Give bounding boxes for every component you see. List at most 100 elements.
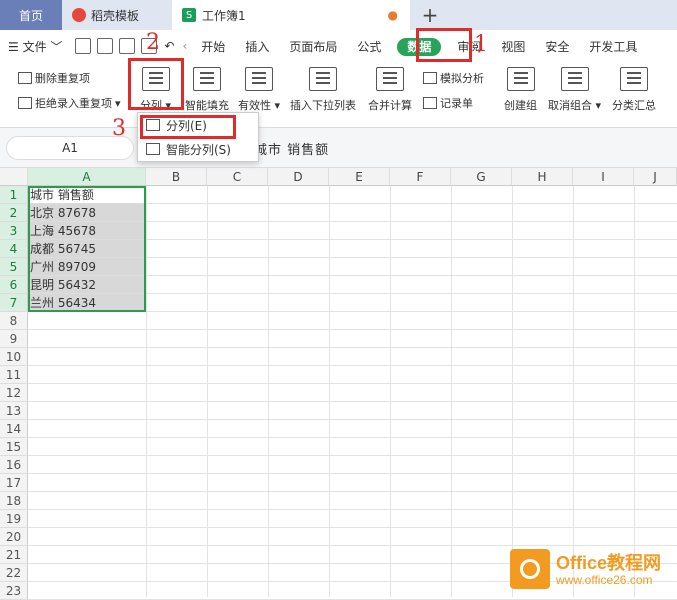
annotation-step-2: 2 xyxy=(146,30,160,55)
column-header-a[interactable]: A xyxy=(28,168,146,186)
reject-icon xyxy=(18,97,32,109)
new-tab-button[interactable]: + xyxy=(410,0,450,30)
subtotal-button[interactable]: 分类汇总 xyxy=(612,67,656,113)
row-header[interactable]: 16 xyxy=(0,456,28,474)
annotation-step-1: 1 xyxy=(474,32,488,57)
column-header-i[interactable]: I xyxy=(573,168,634,186)
menu-page-layout[interactable]: 页面布局 xyxy=(279,38,347,55)
formula-value[interactable]: 城市 销售额 xyxy=(254,139,329,158)
row-header[interactable]: 9 xyxy=(0,330,28,348)
row-header[interactable]: 14 xyxy=(0,420,28,438)
menu-bar: ☰ 文件 ﹀ ↶ ‹ 开始 插入 页面布局 公式 数据 审阅 视图 安全 开发工… xyxy=(0,30,677,62)
menu-insert[interactable]: 插入 xyxy=(235,38,279,55)
grid-row-line xyxy=(28,455,677,456)
row-header[interactable]: 22 xyxy=(0,564,28,582)
remove-duplicates-button[interactable]: 删除重复项 xyxy=(18,70,90,86)
annotation-box-split-option xyxy=(140,115,236,139)
docer-icon xyxy=(72,8,86,22)
menu-view[interactable]: 视图 xyxy=(491,38,535,55)
print-icon[interactable] xyxy=(119,38,136,54)
record-form-button[interactable]: 记录单 xyxy=(423,95,473,111)
row-header[interactable]: 8 xyxy=(0,312,28,330)
row-header[interactable]: 15 xyxy=(0,438,28,456)
grid-column-line xyxy=(573,186,574,597)
grid-row-line xyxy=(28,473,677,474)
column-header-e[interactable]: E xyxy=(329,168,390,186)
row-header[interactable]: 6 xyxy=(0,276,28,294)
insert-dropdown-label: 插入下拉列表 xyxy=(290,99,356,112)
grid-column-line xyxy=(512,186,513,597)
file-menu[interactable]: ☰ 文件 ﹀ xyxy=(0,38,72,55)
column-header-b[interactable]: B xyxy=(146,168,207,186)
column-header-j[interactable]: J xyxy=(634,168,677,186)
column-header-f[interactable]: F xyxy=(390,168,451,186)
merge-calc-label: 合并计算 xyxy=(368,99,412,112)
tab-docer[interactable]: 稻壳模板 xyxy=(62,0,172,30)
column-header-g[interactable]: G xyxy=(451,168,512,186)
row-header[interactable]: 23 xyxy=(0,582,28,600)
watermark-url: www.office26.com xyxy=(556,573,653,587)
create-group-icon xyxy=(506,67,535,91)
ungroup-button[interactable]: 取消组合 ▾ xyxy=(548,67,601,113)
spreadsheet-icon: S xyxy=(182,8,196,22)
row-header[interactable]: 3 xyxy=(0,222,28,240)
row-header[interactable]: 7 xyxy=(0,294,28,312)
row-header[interactable]: 18 xyxy=(0,492,28,510)
row-header[interactable]: 17 xyxy=(0,474,28,492)
menu-start[interactable]: 开始 xyxy=(191,38,235,55)
merge-calc-button[interactable]: 合并计算 xyxy=(368,67,412,113)
smart-split-option[interactable]: 智能分列(S) xyxy=(138,137,258,161)
smart-split-icon xyxy=(146,143,160,155)
column-header-d[interactable]: D xyxy=(268,168,329,186)
reject-duplicates-button[interactable]: 拒绝录入重复项 ▾ xyxy=(18,95,121,111)
validity-button[interactable]: 有效性 ▾ xyxy=(238,67,280,113)
grid-row-line xyxy=(28,329,677,330)
menu-formula[interactable]: 公式 xyxy=(347,38,391,55)
row-header[interactable]: 13 xyxy=(0,402,28,420)
watermark: Office教程网 www.office26.com xyxy=(510,545,670,595)
menu-developer[interactable]: 开发工具 xyxy=(579,38,647,55)
office-logo-icon xyxy=(510,549,550,589)
column-header-h[interactable]: H xyxy=(512,168,573,186)
row-header[interactable]: 5 xyxy=(0,258,28,276)
row-header[interactable]: 20 xyxy=(0,528,28,546)
grid-row-line xyxy=(28,509,677,510)
row-header[interactable]: 2 xyxy=(0,204,28,222)
row-header[interactable]: 21 xyxy=(0,546,28,564)
undo-icon[interactable]: ↶ xyxy=(160,39,178,53)
spreadsheet-grid[interactable]: A B C D E F G H I J 1 2 3 4 5 6 7 8 9 10 11 12 13 14 15 16 17 18 19 2… xyxy=(0,168,677,600)
reject-duplicates-label: 拒绝录入重复项 xyxy=(35,97,112,110)
chevron-left-icon[interactable]: ‹ xyxy=(178,39,191,53)
tab-home[interactable]: 首页 xyxy=(0,0,62,30)
formula-bar: A1 城市 销售额 xyxy=(0,128,677,168)
row-header[interactable]: 12 xyxy=(0,384,28,402)
column-header-c[interactable]: C xyxy=(207,168,268,186)
selection-range xyxy=(28,186,146,312)
select-all-corner[interactable] xyxy=(0,168,28,186)
grid-column-line xyxy=(451,186,452,597)
annotation-box-data-tab xyxy=(416,28,472,62)
row-header[interactable]: 4 xyxy=(0,240,28,258)
subtotal-icon xyxy=(620,67,648,91)
menu-security[interactable]: 安全 xyxy=(535,38,579,55)
create-group-button[interactable]: 创建组 xyxy=(504,67,537,113)
row-header[interactable]: 19 xyxy=(0,510,28,528)
smart-fill-button[interactable]: 智能填充 xyxy=(185,67,229,113)
tab-workbook[interactable]: S 工作簿1 ● xyxy=(172,0,410,30)
save-icon[interactable] xyxy=(75,38,92,54)
grid-column-line xyxy=(268,186,269,597)
dropdown-list-icon xyxy=(309,67,337,91)
format-painter-icon[interactable] xyxy=(97,38,114,54)
simulate-analysis-button[interactable]: 模拟分析 xyxy=(423,70,484,86)
row-header[interactable]: 11 xyxy=(0,366,28,384)
row-header[interactable]: 1 xyxy=(0,186,28,204)
row-header[interactable]: 10 xyxy=(0,348,28,366)
insert-dropdown-button[interactable]: 插入下拉列表 xyxy=(290,67,356,113)
ungroup-label: 取消组合 xyxy=(548,99,592,112)
smart-split-label: 智能分列(S) xyxy=(166,142,231,157)
ribbon: 删除重复项 拒绝录入重复项 ▾ 分列 ▾ 智能填充 有效性 ▾ 插入下拉列表 合… xyxy=(0,62,677,128)
grid-row-line xyxy=(28,491,677,492)
create-group-label: 创建组 xyxy=(504,99,537,112)
tab-home-label: 首页 xyxy=(18,8,43,23)
annotation-box-split-button xyxy=(128,58,184,110)
